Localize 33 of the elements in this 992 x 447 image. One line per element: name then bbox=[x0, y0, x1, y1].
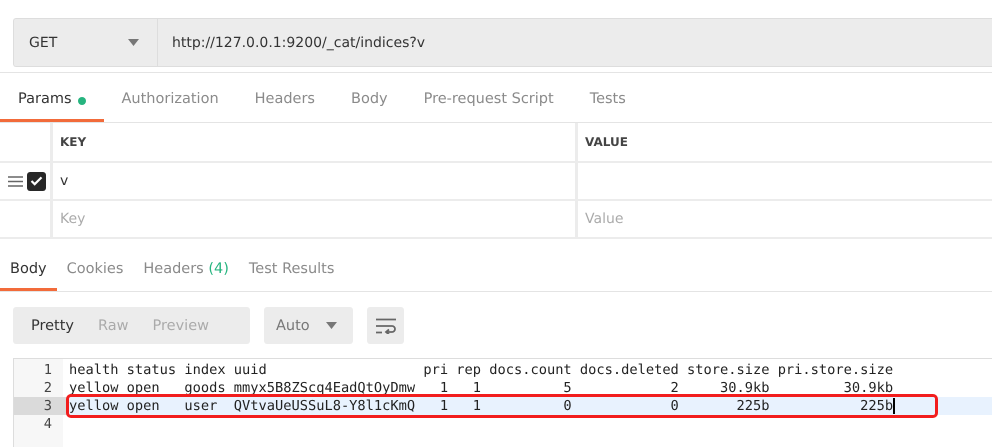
view-mode-option[interactable]: Preview bbox=[140, 318, 221, 334]
response-tab[interactable]: Headers (4) bbox=[133, 261, 239, 291]
view-mode-option[interactable]: Pretty bbox=[19, 318, 86, 334]
text-cursor bbox=[893, 398, 896, 414]
request-tab[interactable]: Tests bbox=[572, 91, 644, 122]
param-key-field[interactable]: v bbox=[53, 163, 575, 199]
check-icon bbox=[30, 176, 43, 186]
checkbox[interactable] bbox=[27, 172, 46, 190]
column-header: VALUE bbox=[575, 123, 992, 161]
response-tab[interactable]: Body bbox=[0, 261, 57, 291]
request-tab[interactable]: Authorization bbox=[104, 91, 237, 122]
format-dropdown[interactable]: Auto bbox=[264, 307, 353, 344]
code-line: yellow open user QVtvaUeUSSuL8-Y8l1cKmQ 1 1 0 0 225b 225b bbox=[69, 398, 894, 414]
key-field[interactable]: Key bbox=[53, 201, 575, 237]
line-number: 2 bbox=[42, 379, 53, 397]
wrap-icon bbox=[374, 318, 396, 334]
request-tab[interactable]: Headers bbox=[236, 91, 333, 122]
line-number: 4 bbox=[42, 415, 53, 433]
line-number: 3 bbox=[14, 397, 69, 415]
wrap-lines-button[interactable] bbox=[367, 307, 404, 344]
request-tab[interactable]: Pre-request Script bbox=[406, 91, 572, 122]
value-field[interactable]: Value bbox=[575, 201, 992, 237]
code-line: yellow open goods mmyx5B8ZScq4EadQtOyDmw 1 1 5 2 30.9kb 30.9kb bbox=[69, 380, 894, 396]
drag-handle-icon[interactable] bbox=[8, 176, 23, 186]
request-tab[interactable]: Body bbox=[333, 91, 406, 122]
response-tab[interactable]: Test Results bbox=[238, 261, 344, 291]
view-mode-option[interactable]: Raw bbox=[86, 318, 141, 334]
request-tab[interactable]: Params bbox=[0, 91, 104, 122]
column-header: KEY bbox=[59, 134, 88, 151]
code-line: health status index uuid pri rep docs.count docs.deleted store.size pri.store.size bbox=[69, 362, 894, 378]
line-number: 1 bbox=[42, 361, 53, 379]
caret-icon bbox=[326, 322, 337, 329]
response-tab[interactable]: Cookies bbox=[56, 261, 134, 291]
